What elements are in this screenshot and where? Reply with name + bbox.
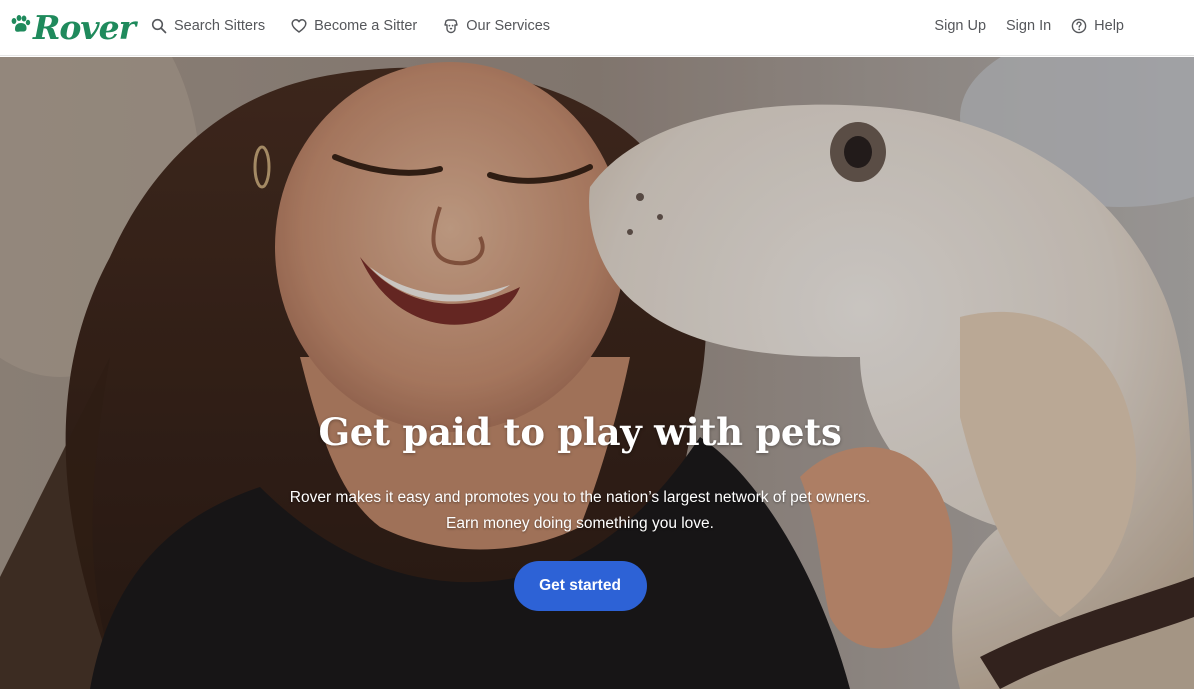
top-navigation: Rover Search Sitters Become a Sitter Our… (0, 0, 1194, 56)
nav-become-a-sitter-label: Become a Sitter (314, 18, 418, 34)
primary-nav: Search Sitters Become a Sitter Our Servi… (151, 0, 576, 52)
help-link[interactable]: Help (1071, 18, 1124, 34)
hero-content: Get paid to play with pets Rover makes i… (0, 409, 1160, 611)
hero-subtitle-line-2: Earn money doing something you love. (446, 515, 714, 532)
nav-become-a-sitter[interactable]: Become a Sitter (291, 18, 417, 34)
account-nav: Sign Up Sign In Help (914, 0, 1124, 52)
help-label: Help (1094, 18, 1124, 34)
heart-icon (291, 18, 307, 34)
sign-in-link[interactable]: Sign In (1006, 18, 1051, 34)
nav-our-services[interactable]: Our Services (443, 18, 550, 34)
hero-section: Get paid to play with pets Rover makes i… (0, 57, 1194, 689)
get-started-button[interactable]: Get started (513, 561, 647, 611)
nav-search-sitters-label: Search Sitters (174, 18, 266, 34)
dog-face-icon (443, 18, 459, 34)
nav-our-services-label: Our Services (466, 18, 551, 34)
logo-wordmark: Rover (33, 7, 136, 47)
search-icon (151, 18, 167, 34)
nav-search-sitters[interactable]: Search Sitters (151, 18, 265, 34)
help-circle-icon (1071, 18, 1087, 34)
paw-icon (11, 15, 31, 32)
hero-subtitle-line-1: Rover makes it easy and promotes you to … (289, 489, 871, 506)
rover-logo[interactable]: Rover (8, 6, 136, 48)
sign-up-link[interactable]: Sign Up (934, 18, 986, 34)
hero-subtitle: Rover makes it easy and promotes you to … (0, 485, 1160, 537)
hero-title: Get paid to play with pets (318, 410, 842, 454)
